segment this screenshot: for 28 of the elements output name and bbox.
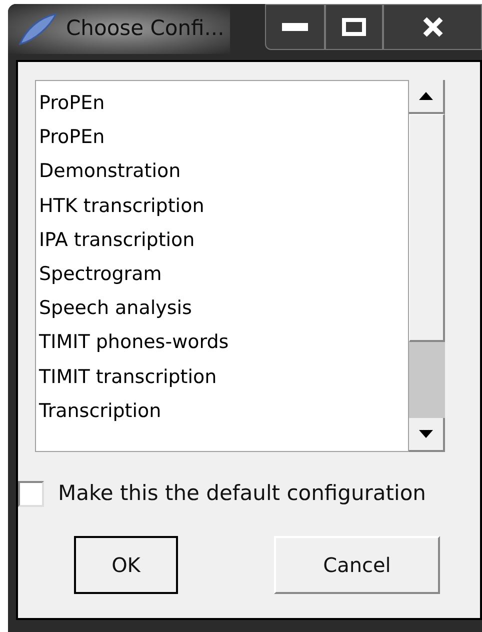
close-button[interactable] — [383, 4, 482, 50]
close-icon — [422, 17, 444, 37]
checkbox[interactable] — [18, 480, 44, 507]
feather-icon — [16, 12, 58, 46]
list-item[interactable]: Speech analysis — [36, 296, 408, 330]
up-arrow-icon — [419, 92, 433, 100]
cancel-button[interactable]: Cancel — [274, 536, 440, 594]
scrollbar[interactable] — [409, 80, 445, 452]
scroll-up-button[interactable] — [409, 80, 445, 114]
minimize-icon — [282, 23, 308, 31]
scroll-down-button[interactable] — [409, 418, 445, 452]
maximize-icon — [342, 18, 366, 36]
window-title: Choose Confi... — [66, 15, 224, 42]
checkbox-label: Make this the default configuration — [58, 480, 426, 507]
minimize-button[interactable] — [265, 4, 325, 50]
list-item[interactable]: Transcription — [36, 398, 408, 433]
list-item[interactable]: TIMIT phones-words — [36, 330, 408, 364]
down-arrow-icon — [419, 430, 433, 438]
ok-button[interactable]: OK — [74, 536, 178, 594]
list-item[interactable]: Demonstration — [36, 159, 408, 194]
list-item[interactable]: Spectrogram — [36, 262, 408, 296]
list-item[interactable]: IPA transcription — [36, 228, 408, 262]
list-item[interactable]: TIMIT transcription — [36, 364, 408, 399]
list-item[interactable]: ProPEn — [36, 91, 408, 126]
list-item[interactable]: HTK transcription — [36, 194, 408, 228]
list-item[interactable]: ProPEn — [36, 125, 408, 160]
scroll-thumb[interactable] — [409, 114, 445, 342]
maximize-button[interactable] — [325, 4, 383, 50]
